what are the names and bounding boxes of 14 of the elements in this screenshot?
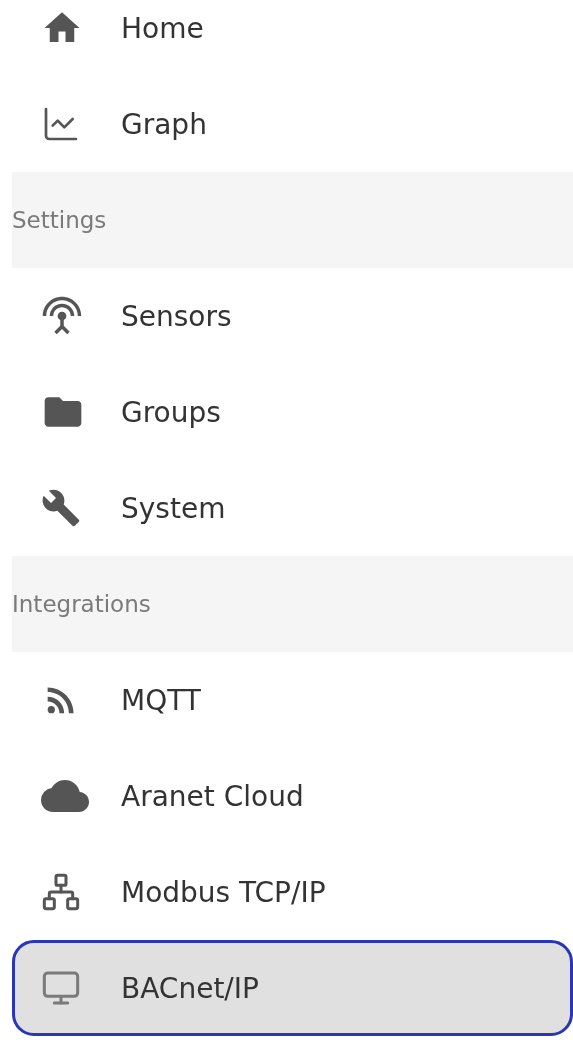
section-header: Settings	[12, 172, 573, 268]
wrench-icon	[41, 488, 81, 528]
nav-item[interactable]: Groups	[12, 364, 573, 460]
nav-item[interactable]: BACnet/IP	[12, 940, 573, 1036]
antenna-icon	[41, 295, 83, 337]
nav-item[interactable]: Home	[12, 0, 573, 76]
nav-item[interactable]: System	[12, 460, 573, 556]
nav-item[interactable]: Aranet Cloud	[12, 748, 573, 844]
section-header: Integrations	[12, 556, 573, 652]
nav-item[interactable]: Graph	[12, 76, 573, 172]
nav-item[interactable]: Sensors	[12, 268, 573, 364]
nav-item[interactable]: Modbus TCP/IP	[12, 844, 573, 940]
network-icon	[41, 872, 81, 912]
nav-item[interactable]: MQTT	[12, 652, 573, 748]
